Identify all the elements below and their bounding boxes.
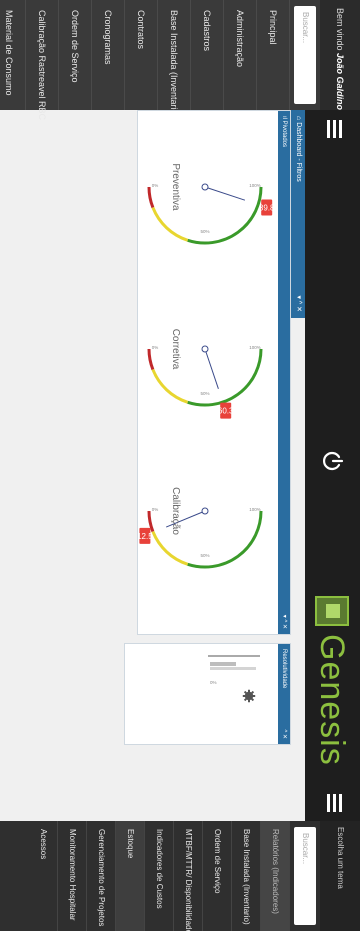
gauge-1-value-text: 60.3: [218, 407, 234, 416]
welcome-prefix: Bem vindo: [335, 8, 345, 51]
report-mtbf[interactable]: MTBF/MTTR/ Disponibilidade: [174, 821, 203, 931]
welcome-banner: Bem vindo João Galdino: [320, 0, 360, 110]
report-custos[interactable]: Indicadores de Custos: [145, 821, 174, 931]
gauge-2-label: Calibração: [170, 487, 181, 535]
gauge-2-arc-green: [187, 510, 263, 569]
report-estoque[interactable]: Estoque: [116, 821, 145, 931]
gauge-0-tick-0: 0%: [152, 183, 159, 188]
report-acessos[interactable]: Acessos: [29, 821, 58, 931]
genesis-logo: Genesis: [312, 596, 352, 766]
gauge-0-tick-2: 100%: [249, 183, 261, 188]
user-name[interactable]: João Galdino: [335, 53, 345, 110]
gauge-1-label: Corretiva: [170, 329, 181, 370]
nav-item-base-instalada[interactable]: Base Instalada (Inventario): [158, 0, 191, 118]
report-monitoramento[interactable]: Monitoramento Hospitalar: [58, 821, 87, 931]
gear-icon[interactable]: [242, 689, 256, 703]
gauges-panel-controls[interactable]: ▾ ^ ✕: [278, 615, 290, 629]
logo-mark-icon: [315, 596, 349, 626]
right-search-input[interactable]: Buscar...: [294, 827, 316, 925]
breadcrumb-label: Dashboard - Filtros: [295, 122, 302, 182]
home-icon[interactable]: ⌂: [295, 116, 302, 120]
gauge-0-arc-yellow: [151, 207, 189, 242]
gauge-1-tick-2: 100%: [249, 345, 261, 350]
nav-item-cronogramas[interactable]: Cronogramas: [92, 0, 125, 110]
gauge-1-tick-1: 50%: [200, 391, 209, 396]
nav-item-calibracao[interactable]: Calibração Rastreavel RBC: [26, 0, 59, 120]
reports-header[interactable]: Relatórios (Indicadores): [261, 821, 290, 931]
gauge-1-needle: [204, 348, 219, 389]
resolutividade-panel-controls[interactable]: ^ ✕: [278, 729, 290, 739]
report-ordem-servico[interactable]: Ordem de Serviço: [203, 821, 232, 931]
gauges-panel-header: ıl Pivotados ▾ ^ ✕: [278, 111, 290, 634]
gauge-1-arc-green: [187, 348, 263, 407]
gauge-1-arc-yellow: [151, 369, 189, 404]
report-projetos[interactable]: Gerenciamento de Projetos: [87, 821, 116, 931]
gauges-panel-title: Pivotados: [281, 120, 287, 148]
gauge-2-tick-2: 100%: [249, 507, 261, 512]
nav-item-principal[interactable]: Principal: [257, 0, 290, 110]
gauge-0-label: Preventiva: [170, 163, 181, 211]
gauge-0-tick-1: 50%: [200, 229, 209, 234]
left-menu-toggle-icon[interactable]: [326, 120, 342, 138]
gauge-2-hub: [201, 507, 209, 515]
gauge-0-needle: [204, 186, 246, 201]
gauge-0-arc-red: [147, 186, 155, 209]
gauge-2-tick-1: 50%: [200, 553, 209, 558]
breadcrumb-controls[interactable]: ▾ ^ ✕: [291, 295, 305, 312]
resolutividade-bar-2: [210, 667, 256, 670]
nav-item-contratos[interactable]: Contratos: [125, 0, 158, 110]
resolutividade-axis-label: 0%: [210, 680, 217, 685]
nav-item-administracao[interactable]: Administração: [224, 0, 257, 110]
logo-text: Genesis: [313, 634, 352, 766]
resolutividade-panel: Resolutividade ^ ✕ 0%: [124, 643, 291, 745]
nav-item-cadastros[interactable]: Cadastros: [191, 0, 224, 110]
top-header: Genesis: [305, 110, 360, 821]
gauge-0-hub: [201, 183, 209, 191]
left-search-input[interactable]: Buscar...: [294, 6, 316, 104]
gauge-2-value-text: 12.5: [138, 532, 153, 541]
gauge-0-value-text: 89.8: [259, 204, 275, 213]
left-sidebar: Bem vindo João Galdino Buscar... Princip…: [0, 0, 360, 120]
gauge-1-arc-red: [147, 348, 155, 371]
right-menu-toggle-icon[interactable]: [326, 794, 342, 812]
nav-item-ordem-servico[interactable]: Ordem de Serviço: [59, 0, 92, 110]
theme-selector[interactable]: Escolha um tema: [320, 821, 360, 931]
nav-item-material-consumo[interactable]: Material de Consumo: [0, 0, 26, 110]
resolutividade-bar: [210, 662, 236, 666]
app-screen: Bem vindo João Galdino Buscar... Princip…: [0, 0, 360, 931]
power-icon[interactable]: [322, 450, 344, 472]
gauge-2-arc-yellow: [151, 531, 189, 566]
gauge-0-arc-green: [187, 186, 263, 245]
gauge-2-tick-0: 0%: [152, 507, 159, 512]
resolutividade-panel-title: Resolutividade: [281, 649, 287, 689]
gauges-chart: 89.8 0% 50% 100% Preventiva 60.3 0% 50% 100% Corr…: [137, 163, 275, 569]
gauges-panel: ıl Pivotados ▾ ^ ✕ 89.8 0% 50% 100% Preventi…: [137, 110, 291, 635]
breadcrumb: ⌂ Dashboard - Filtros ▾ ^ ✕: [291, 110, 305, 318]
gauge-1-tick-0: 0%: [152, 345, 159, 350]
gauge-1-hub: [201, 345, 209, 353]
report-base-instalada[interactable]: Base Instalada (Inventario): [232, 821, 261, 931]
resolutividade-panel-header: Resolutividade ^ ✕: [278, 644, 290, 744]
right-sidebar: Escolha um tema Buscar... Relatórios (In…: [0, 821, 360, 931]
